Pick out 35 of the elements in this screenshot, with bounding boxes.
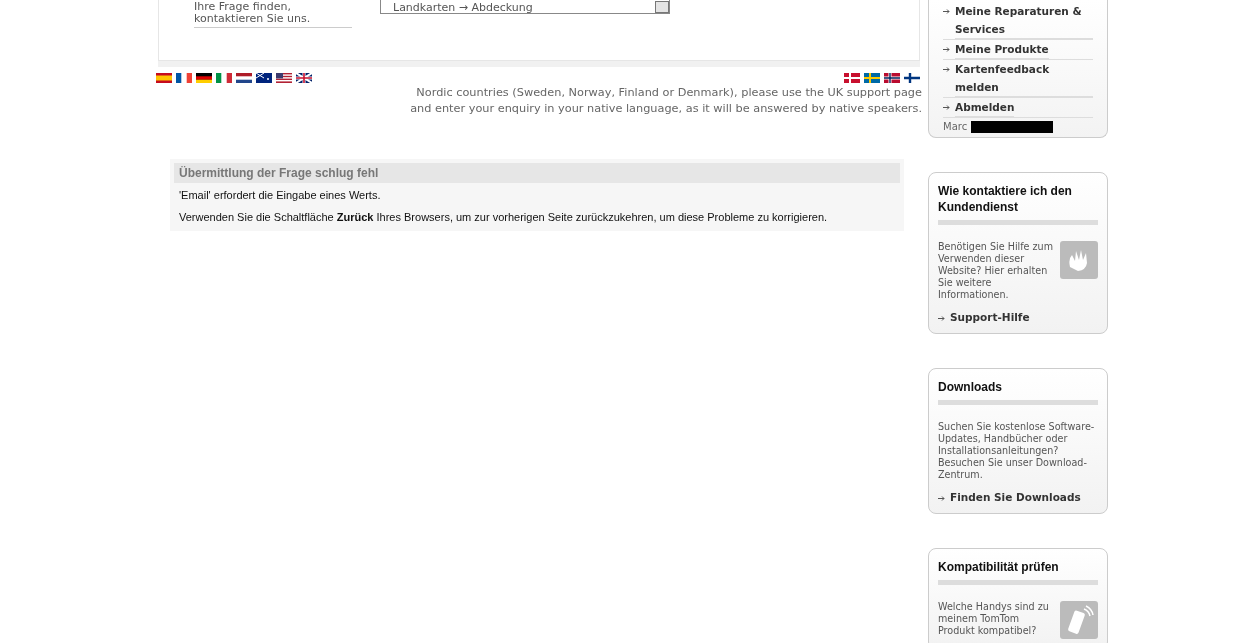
card-link[interactable]: Finden Sie Downloads bbox=[950, 491, 1081, 503]
arrow-icon bbox=[938, 316, 945, 321]
arrow-icon bbox=[938, 496, 945, 501]
card-link[interactable]: Support-Hilfe bbox=[950, 311, 1030, 323]
menu-link[interactable]: Meine Reparaturen & Services bbox=[955, 2, 1093, 39]
flag-icon[interactable] bbox=[904, 73, 920, 83]
card-text: Welche Handys sind zu meinem TomTom Produkt kompatibel? bbox=[938, 601, 1050, 638]
topic-select[interactable]: Landkarten → Abdeckung bbox=[380, 0, 670, 14]
flag-icon[interactable] bbox=[256, 73, 272, 83]
error-message: 'Email' erfordert die Eingabe eines Werts. bbox=[178, 188, 382, 201]
menu-link[interactable]: Abmelden bbox=[955, 98, 1015, 117]
arrow-icon bbox=[943, 47, 950, 52]
flag-icon[interactable] bbox=[196, 73, 212, 83]
arrow-icon bbox=[943, 67, 950, 72]
card-text: Suchen Sie kostenlose Software-Updates, Handbücher oder Installationsanleitungen? Besuchen Sie unser Download-Zentrum. bbox=[938, 421, 1096, 481]
nordic-note: Nordic countries (Sweden, Norway, Finland or Denmark), please use the UK support page and enter your enquiry in your native language, as it will be answered by native speakers. bbox=[409, 85, 922, 117]
user-name: Marc bbox=[943, 121, 968, 132]
flag-icon[interactable] bbox=[276, 73, 292, 83]
arrow-icon bbox=[943, 105, 950, 110]
card-title: Downloads bbox=[938, 379, 1098, 405]
flag-icon[interactable] bbox=[296, 73, 312, 83]
flag-icon[interactable] bbox=[884, 73, 900, 83]
flag-icon[interactable] bbox=[176, 73, 192, 83]
menu-link[interactable]: Meine Produkte bbox=[955, 40, 1049, 59]
card-text: Benötigen Sie Hilfe zum Verwenden dieser Website? Hier erhalten Sie weitere Informationen. bbox=[938, 241, 1055, 301]
card-title: Wie kontaktiere ich den Kundendienst bbox=[938, 183, 1098, 225]
card-title: Kompatibilität prüfen bbox=[938, 559, 1098, 585]
phone-icon bbox=[1060, 601, 1098, 639]
hand-icon bbox=[1060, 241, 1098, 279]
error-instruction: Verwenden Sie die Schaltfläche Zurück Ihres Browsers, um zur vorherigen Seite zurückzukehren, um diese Probleme zu korrigieren. bbox=[178, 210, 829, 223]
menu-link[interactable]: Kartenfeedback melden bbox=[955, 60, 1093, 97]
contact-hint: Ihre Frage finden, kontaktieren Sie uns. bbox=[194, 1, 352, 28]
error-title: Übermittlung der Frage schlug fehl bbox=[174, 163, 900, 183]
arrow-icon bbox=[943, 9, 950, 14]
flag-icon[interactable] bbox=[236, 73, 252, 83]
